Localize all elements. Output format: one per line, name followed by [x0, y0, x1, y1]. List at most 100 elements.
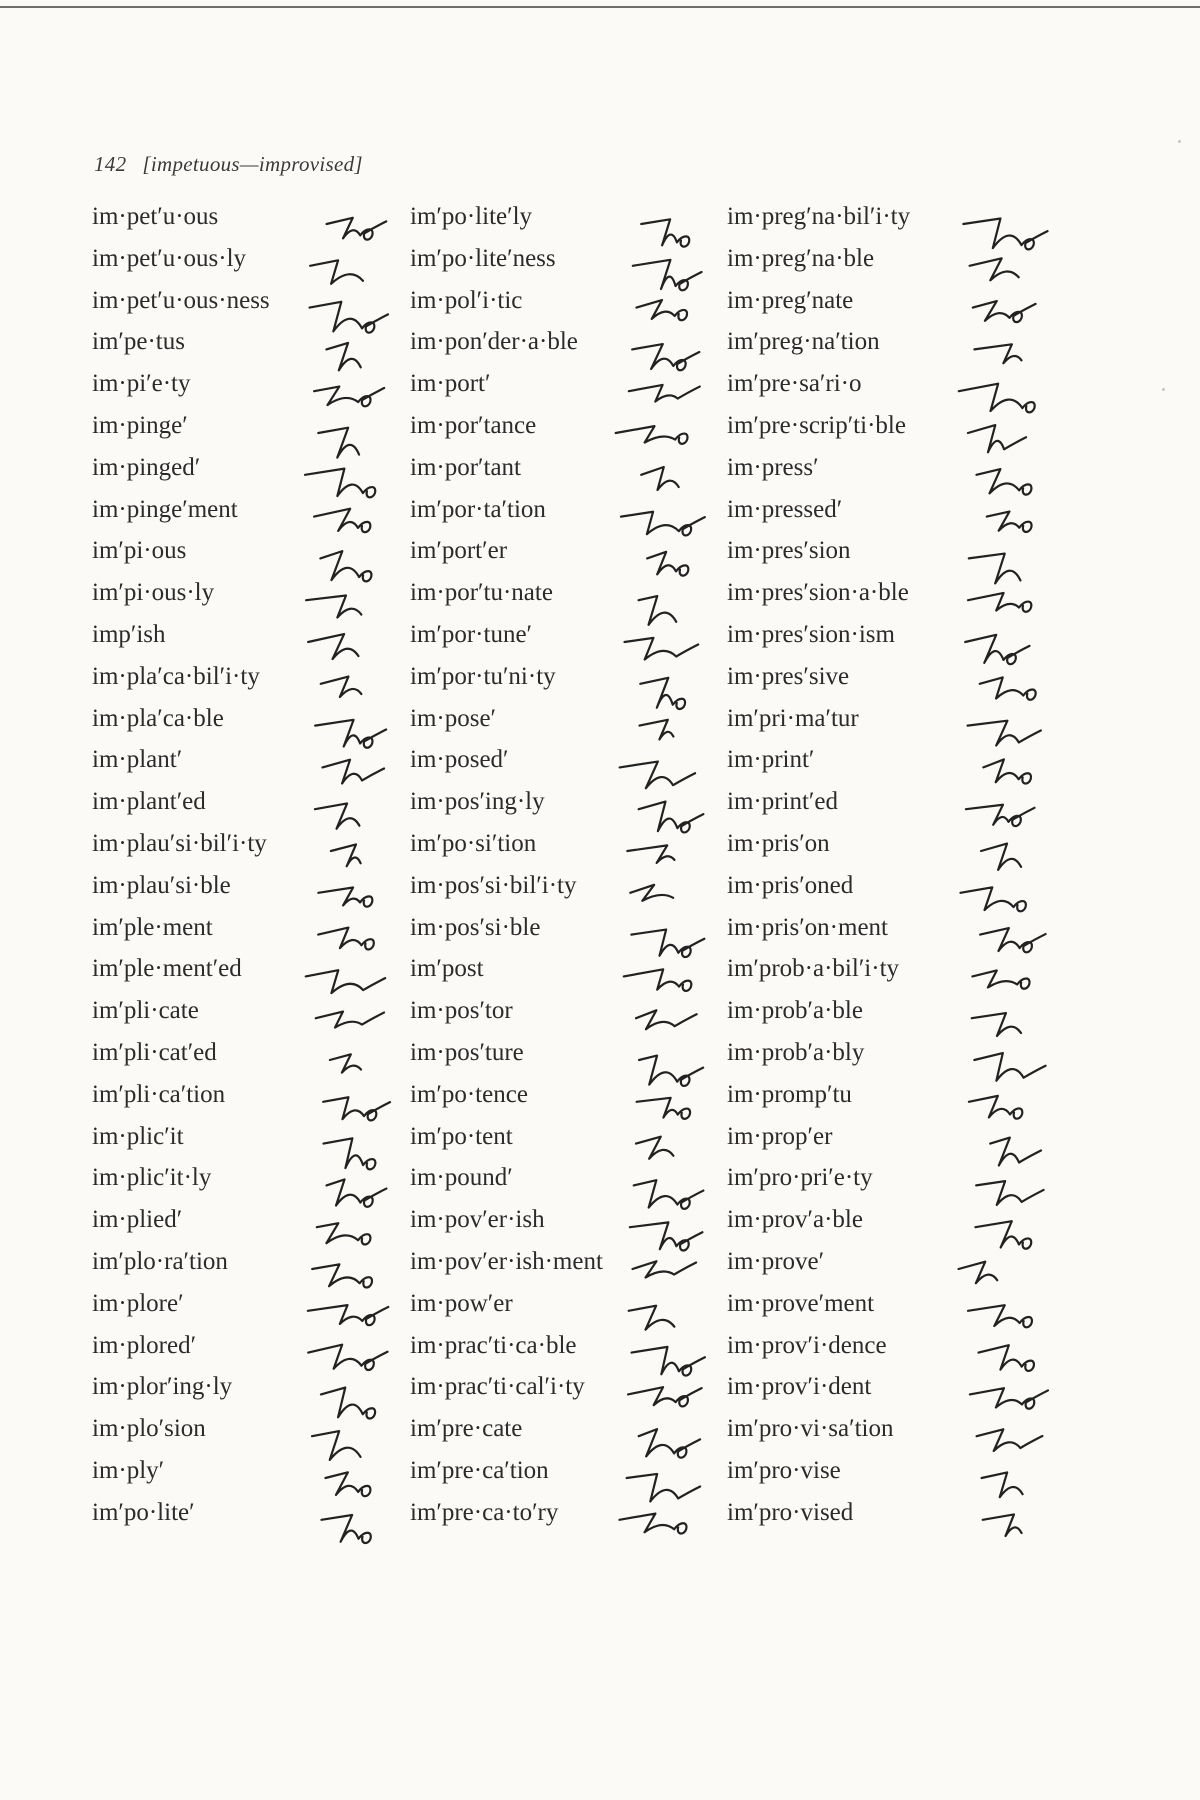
dictionary-entry: im′po·tence — [410, 1081, 603, 1123]
dictionary-entry: im′pre·ca′tion — [410, 1457, 603, 1499]
shorthand-stroke — [978, 676, 1037, 701]
dictionary-entry: im·plic′it — [92, 1123, 270, 1165]
shorthand-stroke — [971, 969, 1031, 990]
shorthand-stroke — [966, 1304, 1034, 1329]
dictionary-entry: im′pre·ca·to′ry — [410, 1499, 603, 1541]
word-column-3: im·preg′na·bil′i·ty im·preg′na·ble im·preg… — [727, 203, 910, 1541]
dictionary-entry: im·preg′nate — [727, 287, 910, 329]
shorthand-stroke — [319, 1386, 377, 1420]
entry-word: im·plant′ — [92, 746, 183, 774]
dictionary-entry: im·promp′tu — [727, 1081, 910, 1123]
dictionary-entry: im·plor′ing·ly — [92, 1373, 270, 1415]
dictionary-entry: im·plo′sion — [92, 1415, 270, 1457]
entry-word: im·pos′ture — [410, 1038, 524, 1066]
dictionary-entry: im·pi′e·ty — [92, 370, 270, 412]
entry-word: im·prob′a·bly — [727, 1038, 865, 1066]
shorthand-stroke — [974, 1220, 1033, 1250]
dictionary-entry: im·pinge′ — [92, 412, 270, 454]
entry-word: im·plied′ — [92, 1206, 183, 1234]
entry-word: im′pre·sa′ri·o — [727, 370, 862, 398]
shorthand-stroke — [328, 1053, 363, 1074]
entry-word: im′por·ta′tion — [410, 495, 546, 523]
dictionary-entry: im·pon′der·a·ble — [410, 328, 603, 370]
shorthand-stroke — [979, 926, 1047, 954]
entry-word: im·prove′ — [727, 1247, 825, 1275]
entry-word: im′pre·ca·to′ry — [410, 1498, 559, 1526]
entry-word: im·plau′si·bil′i·ty — [92, 829, 267, 857]
entry-word: im′pro·vise — [727, 1456, 841, 1484]
entry-word: imp′ish — [92, 620, 166, 648]
entry-word: im·pos′si·bil′i·ty — [410, 871, 577, 899]
entry-word: im·pos′si·ble — [410, 913, 541, 941]
entry-word: im·pres′sion — [727, 537, 851, 565]
shorthand-stroke — [314, 718, 388, 749]
entry-word: im·por′tu·nate — [410, 579, 553, 607]
entry-word: im·pos′tor — [410, 997, 513, 1025]
dictionary-entry: im·prove′ — [727, 1248, 910, 1290]
shorthand-stroke — [324, 1471, 372, 1498]
entry-word: im·plore′ — [92, 1289, 184, 1317]
dictionary-entry: im·print′ — [727, 746, 910, 788]
entry-word: im·pon′der·a·ble — [410, 328, 578, 356]
shorthand-stroke — [311, 1263, 374, 1289]
entry-word: im′port′er — [410, 537, 508, 565]
dictionary-entry: im·plant′ed — [92, 788, 270, 830]
dictionary-entry: im′pi·ous — [92, 537, 270, 579]
dictionary-entry: im′pro·pri′e·ty — [727, 1164, 910, 1206]
entry-word: im′pri·ma′tur — [727, 704, 859, 732]
shorthand-stroke — [982, 758, 1033, 785]
entry-word: im·pi′e·ty — [92, 370, 191, 398]
dictionary-entry: im·plau′si·bil′i·ty — [92, 830, 270, 872]
shorthand-stroke — [635, 1096, 692, 1120]
entry-word: im′pro·pri′e·ty — [727, 1164, 873, 1192]
dictionary-entry: im·plored′ — [92, 1332, 270, 1374]
dictionary-entry: im′prob·a·bil′i·ty — [727, 955, 910, 997]
top-border-rule — [0, 0, 1200, 8]
word-column-2: im′po·lite′ly im′po·lite′ness im·pol′i·tic… — [410, 203, 603, 1541]
shorthand-stroke — [321, 758, 386, 785]
entry-word: im′plo·ra′tion — [92, 1247, 228, 1275]
entry-word: im′por·tune′ — [410, 620, 533, 648]
entry-word: im·pres′sion·ism — [727, 620, 895, 648]
shorthand-stroke — [630, 928, 706, 959]
entry-word: im′pli·cate — [92, 997, 199, 1025]
dictionary-entry: im′pro·vise — [727, 1457, 910, 1499]
shorthand-stroke — [325, 216, 388, 241]
shorthand-stroke — [619, 510, 706, 537]
shorthand-stroke — [957, 1260, 999, 1285]
dictionary-entry: im·prob′a·ble — [727, 997, 910, 1039]
entry-word: im′po·tent — [410, 1122, 513, 1150]
shorthand-stroke — [638, 718, 675, 741]
shorthand-stroke — [325, 341, 362, 372]
shorthand-stroke — [315, 1222, 372, 1246]
entry-word: im·pinged′ — [92, 453, 201, 481]
dictionary-entry: im·prob′a·bly — [727, 1039, 910, 1081]
entry-word: im′pli·ca′tion — [92, 1080, 226, 1108]
entry-word: im·pov′er·ish·ment — [410, 1247, 603, 1275]
dictionary-entry: im·pow′er — [410, 1290, 603, 1332]
entry-word: im·pow′er — [410, 1289, 513, 1317]
shorthand-stroke — [319, 675, 363, 699]
dictionary-entry: im·press′ — [727, 454, 910, 496]
shorthand-stroke — [635, 298, 689, 322]
dictionary-entry: im′plo·ra′tion — [92, 1248, 270, 1290]
shorthand-stroke — [970, 1011, 1023, 1038]
entry-word: im·pressed′ — [727, 495, 843, 523]
dictionary-entry: im·pos′si·bil′i·ty — [410, 872, 603, 914]
entry-word: im′po·lite′ — [92, 1498, 195, 1526]
entry-word: im·plo′sion — [92, 1415, 206, 1443]
dictionary-entry: im·plic′it·ly — [92, 1164, 270, 1206]
dictionary-entry: im′pe·tus — [92, 328, 270, 370]
shorthand-stroke — [973, 1051, 1047, 1082]
dictionary-entry: im·pinged′ — [92, 454, 270, 496]
entry-word: im·pla′ca·ble — [92, 704, 224, 732]
shorthand-stroke — [304, 969, 387, 995]
shorthand-stroke — [317, 426, 361, 459]
dictionary-entry: im′po·si′tion — [410, 830, 603, 872]
dictionary-entry: im′pre·cate — [410, 1415, 603, 1457]
entry-word: im′prob·a·bil′i·ty — [727, 955, 900, 983]
shorthand-stroke — [631, 342, 701, 372]
page-range: [impetuous—improvised] — [142, 152, 363, 176]
shorthand-stroke — [626, 1386, 703, 1408]
dictionary-entry: im·pla′ca·ble — [92, 705, 270, 747]
